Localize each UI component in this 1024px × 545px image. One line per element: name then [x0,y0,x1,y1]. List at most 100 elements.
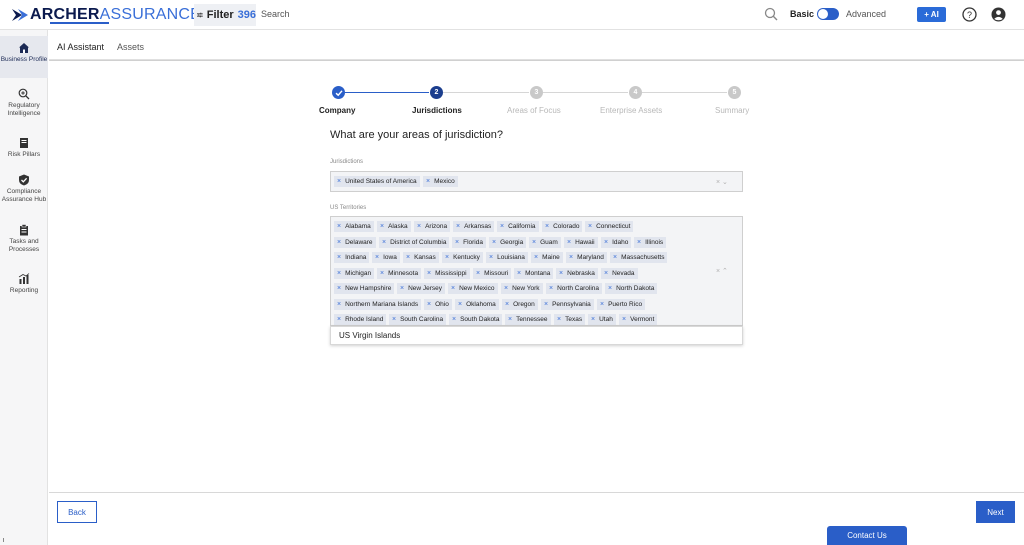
chip-label: New Jersey [408,285,443,292]
chip-remove-icon[interactable]: × [517,270,521,277]
selected-chip: × North Carolina [546,283,603,294]
chip-remove-icon[interactable]: × [500,223,504,230]
chip-remove-icon[interactable]: × [557,316,561,323]
chip-label: Delaware [345,238,373,246]
chip-remove-icon[interactable]: × [337,270,341,277]
chip-remove-icon[interactable]: × [622,316,626,323]
chip-remove-icon[interactable]: × [545,223,549,230]
chip-label: Florida [463,238,483,246]
contact-us-button[interactable]: Contact Us [827,526,907,545]
selected-chip: × Mexico [423,176,458,187]
sidebar-item-business-profile[interactable]: Business Profile [0,36,48,78]
chip-remove-icon[interactable]: × [382,239,386,246]
chip-remove-icon[interactable]: × [588,223,592,230]
chip-remove-icon[interactable]: × [380,223,384,230]
sidebar-item-reporting[interactable]: Reporting [0,273,48,295]
chip-remove-icon[interactable]: × [406,254,410,261]
chip-remove-icon[interactable]: × [591,316,595,323]
chip-remove-icon[interactable]: × [417,223,421,230]
territories-label: US Territories [330,205,367,211]
chip-label: Montana [525,269,551,277]
chip-remove-icon[interactable]: × [337,316,341,323]
filter-button[interactable]: Filter 396 [194,4,256,26]
active-tab-indicator [50,22,109,24]
chip-remove-icon[interactable]: × [567,239,571,246]
chip-remove-icon[interactable]: × [508,316,512,323]
chip-remove-icon[interactable]: × [451,285,455,292]
chip-remove-icon[interactable]: × [458,301,462,308]
chip-remove-icon[interactable]: × [534,254,538,261]
chip-remove-icon[interactable]: × [337,285,341,292]
chip-label: North Dakota [616,285,655,292]
chip-remove-icon[interactable]: × [505,301,509,308]
chip-remove-icon[interactable]: × [400,285,404,292]
chip-remove-icon[interactable]: × [337,178,341,185]
search-input[interactable]: Search [261,9,290,19]
jurisdictions-select[interactable]: × ⌄ × United States of America × Mexico [330,171,743,192]
chip-remove-icon[interactable]: × [532,239,536,246]
chip-remove-icon[interactable]: × [427,301,431,308]
dropdown-option[interactable]: US Virgin Islands [339,331,400,340]
search-icon[interactable] [764,7,778,21]
selected-chip: × Kentucky [442,252,483,263]
chip-remove-icon[interactable]: × [452,316,456,323]
chip-remove-icon[interactable]: × [426,178,430,185]
tab-assets[interactable]: Assets [117,42,144,52]
chip-label: Nebraska [567,269,595,277]
chip-remove-icon[interactable]: × [600,301,604,308]
chip-remove-icon[interactable]: × [608,285,612,292]
chip-remove-icon[interactable]: × [504,285,508,292]
chart-icon [18,273,30,284]
chip-remove-icon[interactable]: × [476,270,480,277]
ai-button[interactable]: + AI [917,7,946,22]
chip-remove-icon[interactable]: × [604,270,608,277]
selected-chip: × New Hampshire [334,283,395,294]
user-account-icon[interactable] [991,7,1006,22]
step-2-circle[interactable]: 2 [430,86,443,99]
sidebar-item-label: Risk Pillars [7,151,41,158]
chip-remove-icon[interactable]: × [559,270,563,277]
tab-ai-assistant[interactable]: AI Assistant [57,42,104,52]
chip-remove-icon[interactable]: × [604,239,608,246]
mode-toggle[interactable] [817,8,839,20]
sidebar-item-regulatory-intelligence[interactable]: Regulatory Intelligence [0,88,48,118]
next-button[interactable]: Next [976,501,1015,523]
chip-remove-icon[interactable]: × [637,239,641,246]
chip-remove-icon[interactable]: × [380,270,384,277]
sidebar-item-tasks-and-processes[interactable]: Tasks and Processes [0,224,48,254]
chip-label: South Carolina [400,316,444,323]
sidebar-item-risk-pillars[interactable]: Risk Pillars [0,137,48,159]
chip-remove-icon[interactable]: × [456,223,460,230]
chip-remove-icon[interactable]: × [337,254,341,261]
chip-label: South Dakota [460,316,500,323]
chip-remove-icon[interactable]: × [337,301,341,308]
sidebar-item-compliance-assurance-hub[interactable]: Compliance Assurance Hub [0,174,48,204]
selected-chip: × Minnesota [377,267,422,279]
chip-remove-icon[interactable]: × [489,254,493,261]
selected-chip: × Idaho [601,236,632,248]
clear-chevron-icon[interactable]: × ⌄ [716,178,728,186]
chip-remove-icon[interactable]: × [427,270,431,277]
back-button[interactable]: Back [57,501,97,523]
clear-chevron-up-icon[interactable]: × ⌃ [716,267,728,275]
chip-remove-icon[interactable]: × [492,239,496,246]
chip-remove-icon[interactable]: × [613,254,617,261]
chip-remove-icon[interactable]: × [337,239,341,246]
chip-label: Kentucky [453,254,480,261]
chip-remove-icon[interactable]: × [569,254,573,261]
chip-remove-icon[interactable]: × [392,316,396,323]
chip-remove-icon[interactable]: × [544,301,548,308]
chip-remove-icon[interactable]: × [549,285,553,292]
chip-label: New York [512,285,540,292]
territories-select[interactable]: × ⌃ × Alabama × Alaska × Arizona × Arkansas × Cal… [330,216,743,326]
help-icon[interactable]: ? [962,7,977,22]
chip-remove-icon[interactable]: × [445,254,449,261]
chip-remove-icon[interactable]: × [455,239,459,246]
selected-chip: × Nevada [601,267,638,279]
chip-remove-icon[interactable]: × [375,254,379,261]
chip-remove-icon[interactable]: × [337,223,341,230]
selected-chip: × Arizona [414,221,451,232]
step-1-circle[interactable] [332,86,345,99]
app-logo[interactable]: ARCHER ASSURANCE AI [12,6,220,24]
chip-label: Indiana [345,254,367,261]
